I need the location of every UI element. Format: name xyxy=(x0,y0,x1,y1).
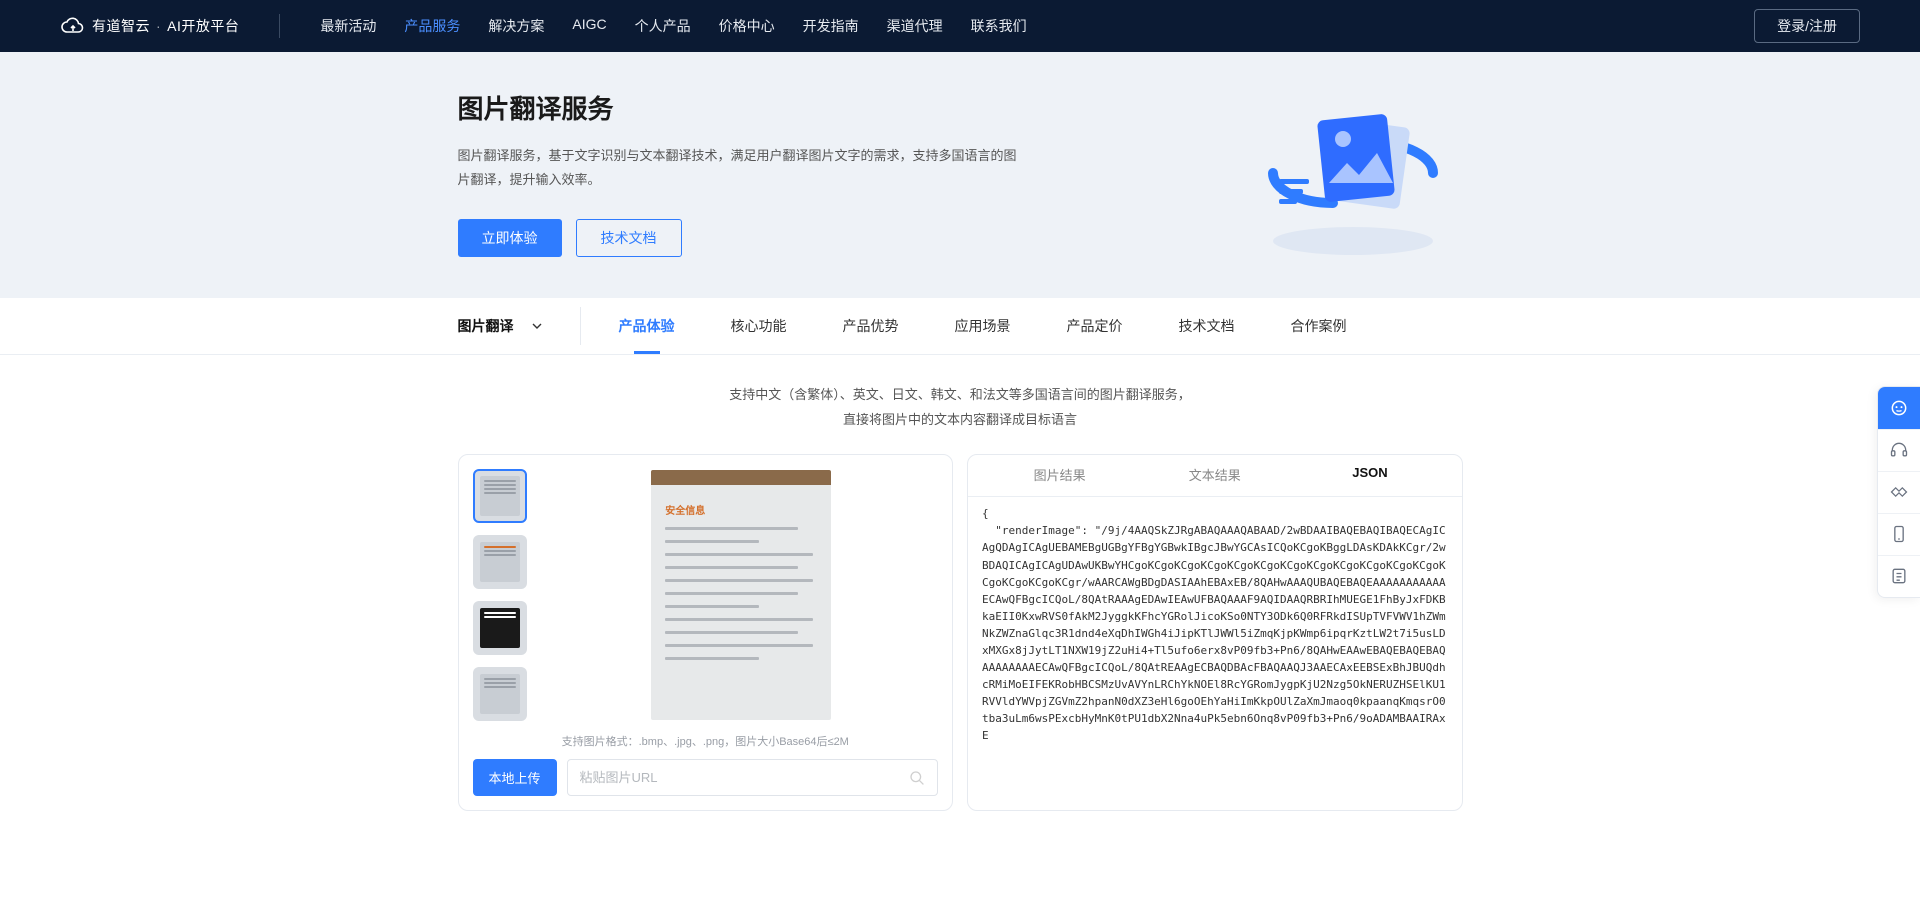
hero-illustration xyxy=(1243,88,1463,258)
sample-thumbnails xyxy=(473,469,527,721)
nav-item-6[interactable]: 开发指南 xyxy=(803,16,859,36)
tab-2[interactable]: 产品优势 xyxy=(843,298,899,354)
json-output[interactable]: { "renderImage": "/9j/4AAQSkZJRgABAQAAAQ… xyxy=(982,505,1448,744)
nav-item-2[interactable]: 解决方案 xyxy=(488,16,544,36)
section-tabs-bar: 图片翻译 产品体验 核心功能 产品优势 应用场景 产品定价 技术文档 合作案例 xyxy=(0,298,1920,355)
cloud-icon xyxy=(60,14,84,38)
thumb-3[interactable] xyxy=(473,601,527,655)
preview-doc-heading: 安全信息 xyxy=(665,502,821,517)
float-mobile-button[interactable] xyxy=(1878,513,1920,555)
chevron-down-icon xyxy=(532,323,542,329)
note-icon xyxy=(1889,566,1909,586)
hero-description: 图片翻译服务，基于文字识别与文本翻译技术，满足用户翻译图片文字的需求，支持多国语… xyxy=(458,144,1018,191)
nav-item-1[interactable]: 产品服务 xyxy=(404,16,460,36)
float-assistant-button[interactable] xyxy=(1878,387,1920,429)
format-hint: 支持图片格式：.bmp、.jpg、.png，图片大小Base64后≤2M xyxy=(473,733,939,749)
category-label: 图片翻译 xyxy=(458,316,514,336)
result-tabs: 图片结果 文本结果 JSON xyxy=(968,455,1462,497)
nav-divider xyxy=(279,14,280,38)
float-sidebar xyxy=(1877,386,1920,598)
tab-0[interactable]: 产品体验 xyxy=(619,298,675,354)
tab-5[interactable]: 技术文档 xyxy=(1179,298,1235,354)
section-tabs: 产品体验 核心功能 产品优势 应用场景 产品定价 技术文档 合作案例 xyxy=(619,298,1347,354)
thumb-2[interactable] xyxy=(473,535,527,589)
headset-icon xyxy=(1889,440,1909,460)
preview-image: 安全信息 xyxy=(651,470,831,720)
result-tab-json[interactable]: JSON xyxy=(1292,455,1447,496)
url-input-wrapper xyxy=(567,759,938,796)
hero-section: 图片翻译服务 图片翻译服务，基于文字识别与文本翻译技术，满足用户翻译图片文字的需… xyxy=(0,52,1920,298)
url-input[interactable] xyxy=(568,760,937,795)
result-tab-image[interactable]: 图片结果 xyxy=(982,455,1137,496)
tab-1[interactable]: 核心功能 xyxy=(731,298,787,354)
tab-6[interactable]: 合作案例 xyxy=(1291,298,1347,354)
input-panel: 安全信息 支持图片格式：.bm xyxy=(458,454,954,811)
tab-4[interactable]: 产品定价 xyxy=(1067,298,1123,354)
top-nav: 有道智云 · AI开放平台 最新活动 产品服务 解决方案 AIGC 个人产品 价… xyxy=(0,0,1920,52)
section-description: 支持中文（含繁体）、英文、日文、韩文、和法文等多国语言间的图片翻译服务， 直接将… xyxy=(458,383,1463,432)
nav-item-5[interactable]: 价格中心 xyxy=(719,16,775,36)
nav-item-8[interactable]: 联系我们 xyxy=(971,16,1027,36)
thumb-1[interactable] xyxy=(473,469,527,523)
handshake-icon xyxy=(1889,482,1909,502)
try-now-button[interactable]: 立即体验 xyxy=(458,219,562,257)
product-experience-section: 支持中文（含繁体）、英文、日文、韩文、和法文等多国语言间的图片翻译服务， 直接将… xyxy=(458,355,1463,851)
phone-icon xyxy=(1889,524,1909,544)
docs-button[interactable]: 技术文档 xyxy=(576,219,682,257)
brand-logo[interactable]: 有道智云 · AI开放平台 xyxy=(60,14,239,38)
preview-area: 安全信息 xyxy=(545,469,939,721)
thumb-4[interactable] xyxy=(473,667,527,721)
result-panel: 图片结果 文本结果 JSON { "renderImage": "/9j/4AA… xyxy=(967,454,1463,811)
section-desc-line1: 支持中文（含繁体）、英文、日文、韩文、和法文等多国语言间的图片翻译服务， xyxy=(729,387,1191,402)
search-icon[interactable] xyxy=(909,770,925,786)
float-support-button[interactable] xyxy=(1878,429,1920,471)
section-desc-line2: 直接将图片中的文本内容翻译成目标语言 xyxy=(843,412,1077,427)
tab-3[interactable]: 应用场景 xyxy=(955,298,1011,354)
hero-title: 图片翻译服务 xyxy=(458,89,1018,126)
brand-suffix: AI开放平台 xyxy=(167,16,239,36)
result-tab-text[interactable]: 文本结果 xyxy=(1137,455,1292,496)
float-partner-button[interactable] xyxy=(1878,471,1920,513)
nav-item-0[interactable]: 最新活动 xyxy=(320,16,376,36)
robot-icon xyxy=(1889,398,1909,418)
login-button[interactable]: 登录/注册 xyxy=(1754,9,1860,43)
category-dropdown[interactable]: 图片翻译 xyxy=(458,307,581,345)
brand-name: 有道智云 xyxy=(92,16,150,36)
nav-item-4[interactable]: 个人产品 xyxy=(635,16,691,36)
upload-button[interactable]: 本地上传 xyxy=(473,759,557,796)
nav-item-3[interactable]: AIGC xyxy=(572,16,606,36)
nav-menu: 最新活动 产品服务 解决方案 AIGC 个人产品 价格中心 开发指南 渠道代理 … xyxy=(320,16,1026,36)
nav-item-7[interactable]: 渠道代理 xyxy=(887,16,943,36)
float-feedback-button[interactable] xyxy=(1878,555,1920,597)
